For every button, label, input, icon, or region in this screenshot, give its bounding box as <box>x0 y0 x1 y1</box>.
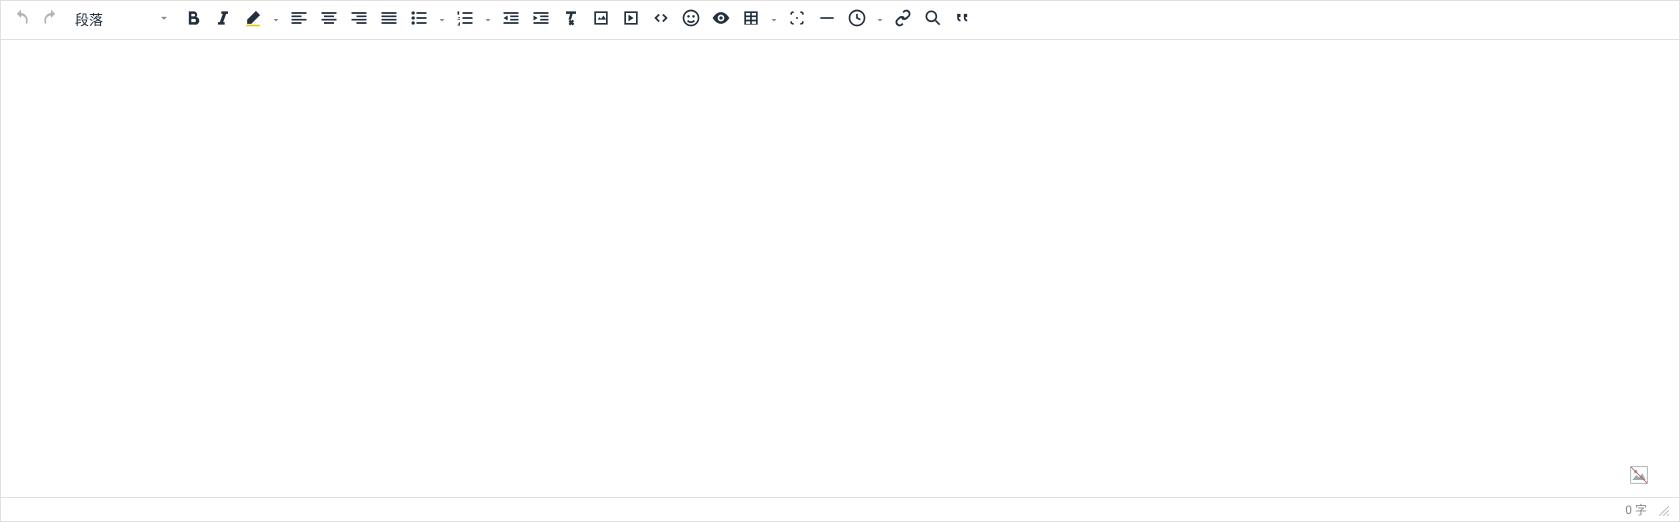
bold-icon <box>183 8 203 32</box>
undo-button[interactable] <box>7 6 35 34</box>
media-icon <box>621 8 641 32</box>
media-button[interactable] <box>617 6 645 34</box>
datetime-button[interactable] <box>843 6 871 34</box>
quote-icon <box>953 8 973 32</box>
blockquote-button[interactable] <box>949 6 977 34</box>
broken-image-placeholder <box>1629 465 1649 485</box>
redo-icon <box>41 8 61 32</box>
toolbar: 段落 <box>1 1 1679 40</box>
format-select-label: 段落 <box>75 10 103 30</box>
table-icon <box>741 8 761 32</box>
clear-format-icon <box>561 8 581 32</box>
image-icon <box>591 8 611 32</box>
code-button[interactable] <box>647 6 675 34</box>
highlight-button[interactable] <box>239 6 267 34</box>
italic-button[interactable] <box>209 6 237 34</box>
align-justify-icon <box>379 8 399 32</box>
link-icon <box>893 8 913 32</box>
align-right-icon <box>349 8 369 32</box>
editor-content[interactable] <box>1 40 1679 497</box>
word-count: 0 字 <box>1625 501 1647 518</box>
align-center-button[interactable] <box>315 6 343 34</box>
align-right-button[interactable] <box>345 6 373 34</box>
editor-container: 段落 <box>0 0 1680 522</box>
numbered-list-dropdown[interactable] <box>481 6 495 34</box>
eye-icon <box>711 8 731 32</box>
resize-handle[interactable] <box>1659 505 1669 515</box>
align-justify-button[interactable] <box>375 6 403 34</box>
outdent-button[interactable] <box>497 6 525 34</box>
image-button[interactable] <box>587 6 615 34</box>
indent-button[interactable] <box>527 6 555 34</box>
preview-button[interactable] <box>707 6 735 34</box>
bold-button[interactable] <box>179 6 207 34</box>
undo-icon <box>11 8 31 32</box>
template-icon <box>787 8 807 32</box>
table-button[interactable] <box>737 6 765 34</box>
search-icon <box>923 8 943 32</box>
clear-format-button[interactable] <box>557 6 585 34</box>
search-button[interactable] <box>919 6 947 34</box>
table-dropdown[interactable] <box>767 6 781 34</box>
highlight-dropdown[interactable] <box>269 6 283 34</box>
emoji-button[interactable] <box>677 6 705 34</box>
outdent-icon <box>501 8 521 32</box>
align-center-icon <box>319 8 339 32</box>
code-icon <box>651 8 671 32</box>
numbered-list-icon <box>455 8 475 32</box>
italic-icon <box>213 8 233 32</box>
format-select[interactable]: 段落 <box>67 6 177 34</box>
align-left-icon <box>289 8 309 32</box>
hr-button[interactable] <box>813 6 841 34</box>
redo-button[interactable] <box>37 6 65 34</box>
emoji-icon <box>681 8 701 32</box>
hr-icon <box>817 8 837 32</box>
align-left-button[interactable] <box>285 6 313 34</box>
bullet-list-icon <box>409 8 429 32</box>
chevron-down-icon <box>157 11 171 29</box>
bullet-list-button[interactable] <box>405 6 433 34</box>
indent-icon <box>531 8 551 32</box>
highlight-icon <box>243 8 263 32</box>
numbered-list-button[interactable] <box>451 6 479 34</box>
status-bar: 0 字 <box>1 497 1679 521</box>
clock-icon <box>847 8 867 32</box>
datetime-dropdown[interactable] <box>873 6 887 34</box>
template-button[interactable] <box>783 6 811 34</box>
bullet-list-dropdown[interactable] <box>435 6 449 34</box>
link-button[interactable] <box>889 6 917 34</box>
